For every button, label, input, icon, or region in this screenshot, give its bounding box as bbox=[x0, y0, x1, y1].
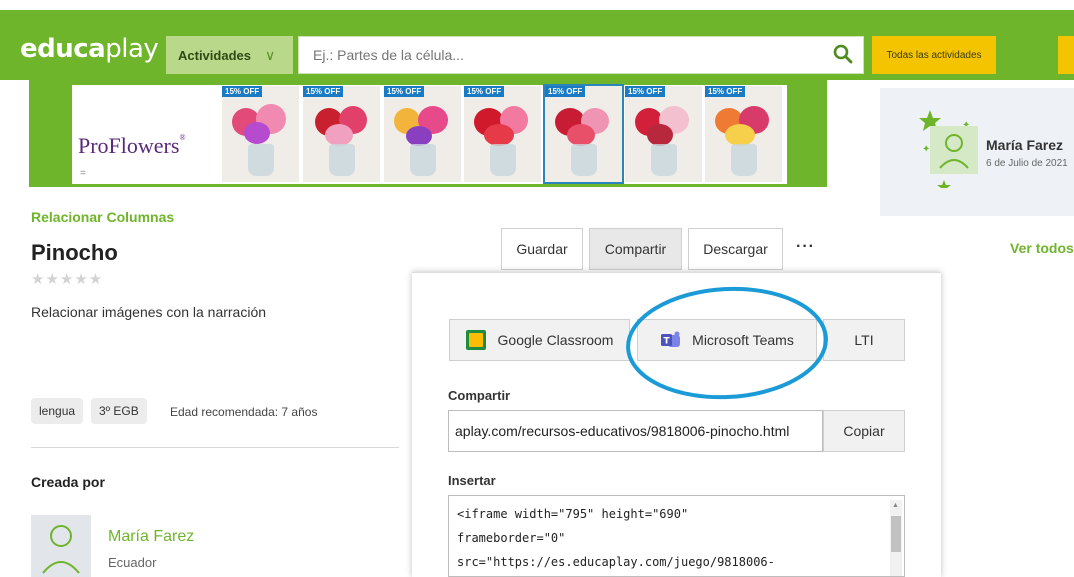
microsoft-teams-button[interactable]: T Microsoft Teams bbox=[637, 319, 817, 361]
discount-badge: 15% OFF bbox=[222, 86, 263, 97]
rating-stars[interactable]: ★★★★★ bbox=[31, 270, 103, 288]
search-box bbox=[298, 36, 864, 74]
flower-product[interactable]: 15% OFF bbox=[464, 86, 541, 182]
discount-badge: 15% OFF bbox=[705, 86, 746, 97]
microsoft-teams-label: Microsoft Teams bbox=[692, 332, 794, 348]
activities-dropdown[interactable]: Actividades ∨ bbox=[166, 36, 293, 74]
site-header: educaplay Actividades ∨ Todas las activi… bbox=[0, 10, 1074, 80]
top-strip bbox=[0, 0, 1074, 10]
user-icon bbox=[939, 134, 969, 169]
flower-product[interactable]: 15% OFF bbox=[222, 86, 299, 182]
discount-badge: 15% OFF bbox=[625, 86, 666, 97]
discount-badge: 15% OFF bbox=[464, 86, 505, 97]
search-input[interactable] bbox=[299, 37, 819, 73]
vase-image bbox=[571, 144, 597, 176]
vase-image bbox=[651, 144, 677, 176]
lti-button[interactable]: LTI bbox=[823, 319, 905, 361]
discount-badge: 15% OFF bbox=[303, 86, 344, 97]
copy-button[interactable]: Copiar bbox=[823, 410, 905, 452]
discount-badge: 15% OFF bbox=[545, 86, 586, 97]
google-classroom-icon bbox=[465, 330, 486, 350]
share-url-field[interactable]: aplay.com/recursos-educativos/9818006-pi… bbox=[448, 410, 823, 452]
share-button[interactable]: Compartir bbox=[589, 228, 682, 270]
download-button[interactable]: Descargar bbox=[688, 228, 783, 270]
card-author-name[interactable]: María Farez bbox=[986, 137, 1063, 153]
page-title: Pinocho bbox=[31, 240, 118, 265]
author-country: Ecuador bbox=[108, 555, 157, 570]
activities-dropdown-label: Actividades bbox=[178, 47, 251, 63]
avatar[interactable] bbox=[930, 126, 978, 174]
scrollbar-thumb[interactable] bbox=[891, 516, 901, 552]
recommended-age: Edad recomendada: 7 años bbox=[170, 405, 318, 419]
svg-text:T: T bbox=[664, 337, 671, 347]
created-by-heading: Creada por bbox=[31, 474, 105, 490]
activity-type-link[interactable]: Relacionar Columnas bbox=[31, 209, 174, 225]
embed-code: <iframe width="795" height="690" framebo… bbox=[457, 507, 775, 569]
flower-product[interactable]: 15% OFF bbox=[705, 86, 782, 182]
ad-menu-icon[interactable]: = bbox=[80, 168, 86, 179]
card-date: 6 de Julio de 2021 bbox=[986, 158, 1068, 169]
avatar[interactable] bbox=[31, 515, 91, 577]
vase-image bbox=[248, 144, 274, 176]
flower-product[interactable]: 15% OFF bbox=[625, 86, 702, 182]
embed-scrollbar[interactable]: ▲ bbox=[890, 500, 902, 576]
share-label: Compartir bbox=[448, 388, 511, 403]
vase-image bbox=[329, 144, 355, 176]
author-name-link[interactable]: María Farez bbox=[108, 528, 194, 546]
scroll-up-icon[interactable]: ▲ bbox=[892, 502, 899, 509]
all-activities-button[interactable]: Todas las actividades bbox=[872, 36, 996, 74]
see-all-link[interactable]: Ver todos bbox=[1010, 240, 1074, 256]
flower-product[interactable]: 15% OFF bbox=[384, 86, 461, 182]
search-icon[interactable] bbox=[833, 44, 853, 64]
tag-lengua[interactable]: lengua bbox=[31, 398, 84, 424]
microsoft-teams-icon: T bbox=[661, 331, 681, 347]
proflowers-logo[interactable]: ProFlowers® bbox=[78, 133, 186, 159]
flower-product-selected[interactable]: 15% OFF bbox=[543, 84, 624, 184]
user-icon bbox=[42, 525, 80, 574]
google-classroom-label: Google Classroom bbox=[497, 332, 614, 348]
embed-label: Insertar bbox=[448, 473, 496, 488]
divider bbox=[31, 447, 399, 448]
google-classroom-button[interactable]: Google Classroom bbox=[449, 319, 630, 361]
chevron-down-icon: ∨ bbox=[264, 46, 276, 63]
more-options-button[interactable]: ··· bbox=[796, 238, 815, 256]
header-button-partial[interactable] bbox=[1058, 36, 1074, 74]
tag-grade[interactable]: 3º EGB bbox=[91, 398, 147, 424]
educaplay-logo[interactable]: educaplay bbox=[20, 34, 159, 64]
activity-description: Relacionar imágenes con la narración bbox=[31, 304, 267, 320]
discount-badge: 15% OFF bbox=[384, 86, 425, 97]
embed-code-textarea[interactable]: <iframe width="795" height="690" framebo… bbox=[448, 495, 905, 577]
flower-product[interactable]: 15% OFF bbox=[303, 86, 380, 182]
save-button[interactable]: Guardar bbox=[501, 228, 583, 270]
vase-image bbox=[410, 144, 436, 176]
vase-image bbox=[731, 144, 757, 176]
vase-image bbox=[490, 144, 516, 176]
